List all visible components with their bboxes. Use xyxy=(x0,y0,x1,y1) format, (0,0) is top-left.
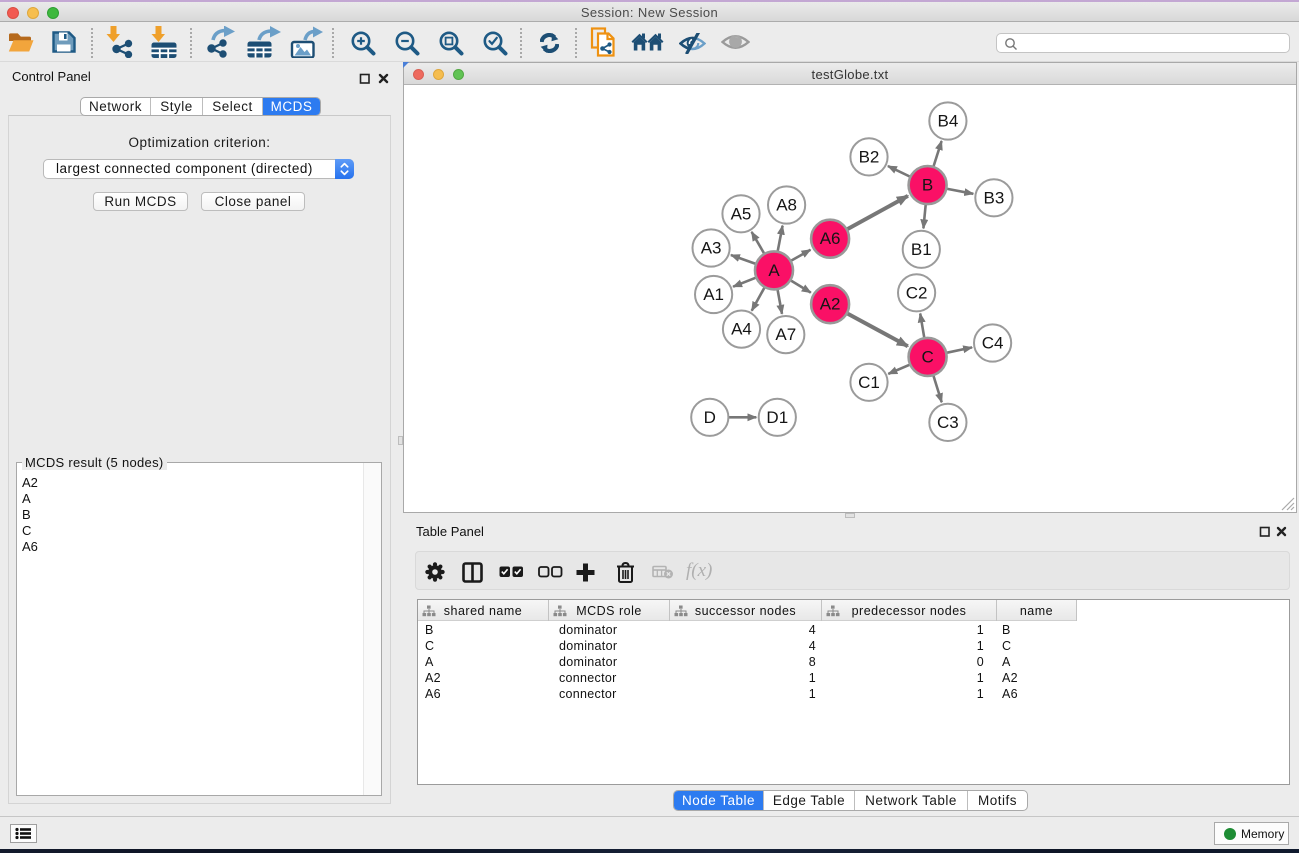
svg-text:A6: A6 xyxy=(820,229,841,248)
svg-text:B3: B3 xyxy=(984,188,1005,207)
svg-text:A8: A8 xyxy=(776,196,797,215)
svg-text:B1: B1 xyxy=(911,240,932,259)
svg-text:B4: B4 xyxy=(938,112,959,131)
svg-text:A: A xyxy=(768,261,780,280)
svg-text:A3: A3 xyxy=(701,239,722,258)
svg-text:A7: A7 xyxy=(775,325,796,344)
svg-text:C1: C1 xyxy=(858,373,880,392)
svg-text:C3: C3 xyxy=(937,413,959,432)
svg-text:A2: A2 xyxy=(820,295,841,314)
svg-text:D1: D1 xyxy=(766,408,788,427)
svg-text:C: C xyxy=(921,347,933,366)
svg-text:C4: C4 xyxy=(982,334,1004,353)
svg-text:A1: A1 xyxy=(703,285,724,304)
svg-text:C2: C2 xyxy=(906,283,928,302)
svg-text:A4: A4 xyxy=(731,320,752,339)
svg-text:A5: A5 xyxy=(731,204,752,223)
svg-text:D: D xyxy=(704,408,716,427)
svg-text:B2: B2 xyxy=(859,147,880,166)
svg-text:B: B xyxy=(922,176,933,195)
